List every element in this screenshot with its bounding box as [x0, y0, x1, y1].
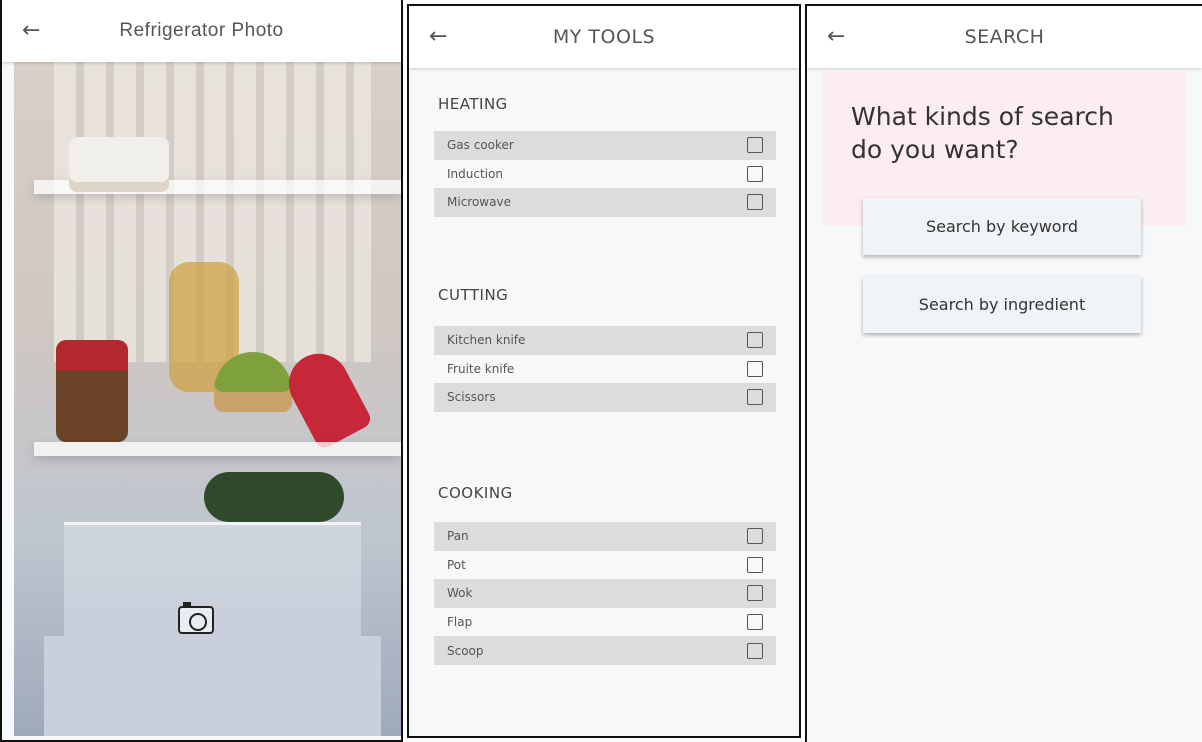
- search-question: What kinds of search do you want?: [851, 102, 1114, 164]
- fridge-floor: [44, 636, 381, 736]
- tool-item[interactable]: Fruite knife: [434, 355, 776, 384]
- tool-item[interactable]: Scissors: [434, 383, 776, 412]
- tool-item[interactable]: Gas cooker: [434, 131, 776, 160]
- search-by-ingredient-button[interactable]: Search by ingredient: [863, 276, 1141, 333]
- refrigerator-photo-screen: ← Refrigerator Photo: [0, 0, 403, 742]
- tool-label: Induction: [447, 166, 503, 181]
- section-title-heating: HEATING: [438, 95, 508, 113]
- tool-label: Wok: [447, 586, 473, 601]
- tool-item[interactable]: Pan: [434, 522, 776, 551]
- tool-label: Pan: [447, 529, 469, 544]
- tool-label: Microwave: [447, 195, 511, 210]
- tool-item[interactable]: Microwave: [434, 188, 776, 217]
- page-title: MY TOOLS: [552, 26, 656, 48]
- app-bar: ← MY TOOLS: [409, 6, 799, 68]
- checkbox[interactable]: [747, 137, 763, 154]
- search-screen: ← SEARCH What kinds of search do you wan…: [805, 4, 1202, 742]
- food-jar: [56, 340, 128, 442]
- food-container: [69, 137, 169, 192]
- checkbox[interactable]: [747, 194, 763, 211]
- tool-item[interactable]: Pot: [434, 551, 776, 580]
- tool-label: Kitchen knife: [447, 333, 526, 348]
- search-by-keyword-button[interactable]: Search by keyword: [863, 198, 1141, 255]
- camera-icon[interactable]: [178, 602, 214, 634]
- tool-item[interactable]: Scoop: [434, 636, 776, 665]
- checkbox[interactable]: [747, 528, 763, 545]
- section-title-cutting: CUTTING: [438, 286, 509, 304]
- tool-label: Pot: [447, 557, 466, 572]
- tool-item[interactable]: Induction: [434, 160, 776, 189]
- section-title-cooking: COOKING: [438, 484, 513, 502]
- tool-label: Scissors: [447, 390, 496, 405]
- fridge-shelf: [34, 442, 401, 456]
- page-title: SEARCH: [964, 26, 1045, 48]
- checkbox[interactable]: [747, 556, 763, 573]
- checkbox[interactable]: [747, 332, 763, 349]
- cutting-list: Kitchen knife Fruite knife Scissors: [434, 326, 776, 412]
- tool-item[interactable]: Flap: [434, 608, 776, 637]
- checkbox[interactable]: [747, 165, 763, 182]
- tool-label: Gas cooker: [447, 138, 514, 153]
- tool-item[interactable]: Wok: [434, 579, 776, 608]
- vegetables: [204, 472, 344, 522]
- app-bar: ← Refrigerator Photo: [2, 0, 401, 62]
- checkbox[interactable]: [747, 642, 763, 659]
- checkbox[interactable]: [747, 585, 763, 602]
- my-tools-screen: ← MY TOOLS HEATING Gas cooker Induction …: [407, 4, 801, 738]
- cooking-list: Pan Pot Wok Flap Scoop: [434, 522, 776, 665]
- heating-list: Gas cooker Induction Microwave: [434, 131, 776, 217]
- checkbox[interactable]: [747, 389, 763, 406]
- tool-label: Fruite knife: [447, 361, 515, 376]
- app-bar: ← SEARCH: [807, 6, 1202, 68]
- checkbox[interactable]: [747, 360, 763, 377]
- fridge-photo: [14, 62, 401, 736]
- page-title: Refrigerator Photo: [119, 20, 284, 41]
- checkbox[interactable]: [747, 614, 763, 631]
- tool-label: Scoop: [447, 643, 484, 658]
- tool-item[interactable]: Kitchen knife: [434, 326, 776, 355]
- tool-label: Flap: [447, 615, 473, 630]
